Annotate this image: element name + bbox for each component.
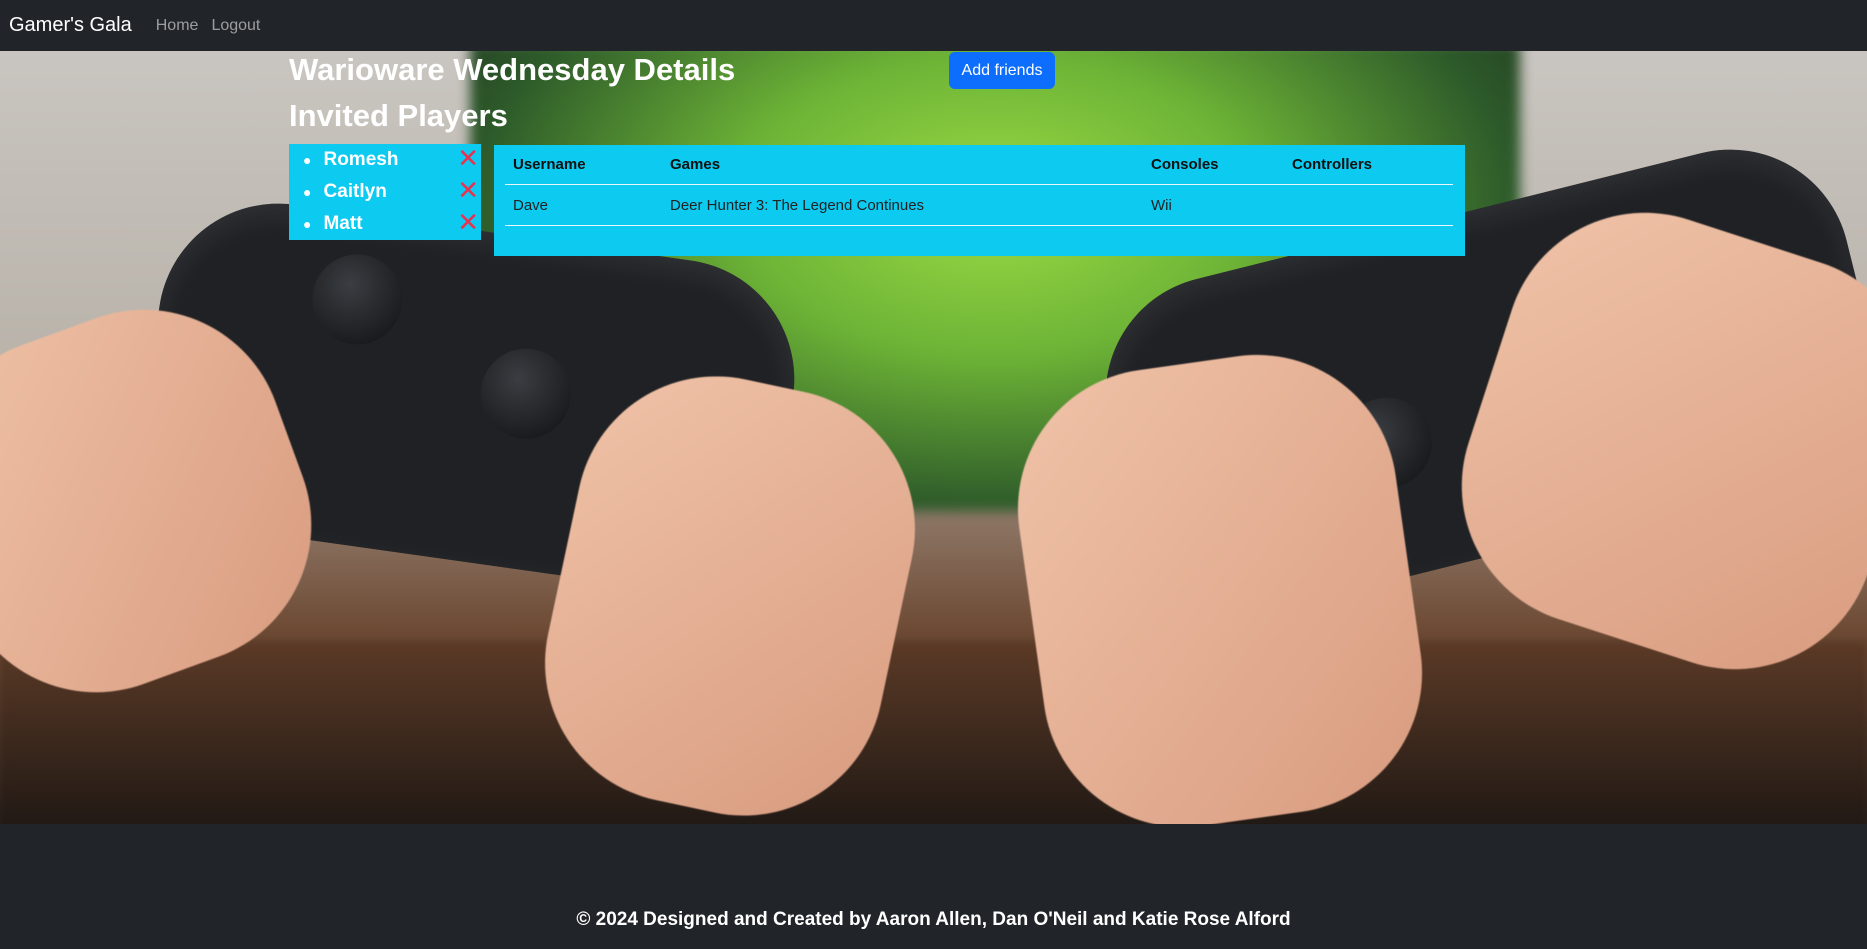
cell-games: Deer Hunter 3: The Legend Continues xyxy=(662,184,1143,226)
nav-logout-link[interactable]: Logout xyxy=(211,17,260,35)
page-title: Warioware Wednesday Details xyxy=(289,52,736,87)
list-item: ● Matt ✕ xyxy=(289,208,481,240)
col-username: Username xyxy=(505,145,662,185)
bullet-icon: ● xyxy=(303,216,312,232)
footer: © 2024 Designed and Created by Aaron All… xyxy=(0,824,1867,949)
bullet-icon: ● xyxy=(303,184,312,200)
nav-home-link[interactable]: Home xyxy=(156,17,199,35)
player-name: Romesh xyxy=(323,149,399,170)
col-consoles: Consoles xyxy=(1143,145,1284,185)
player-name: Caitlyn xyxy=(323,181,387,202)
footer-credits: © 2024 Designed and Created by Aaron All… xyxy=(576,909,1291,930)
attendee-table-card: Username Games Consoles Controllers Dave… xyxy=(494,145,1465,256)
col-controllers: Controllers xyxy=(1284,145,1453,185)
table-header-row: Username Games Consoles Controllers xyxy=(505,145,1453,185)
table-surface xyxy=(0,641,1867,824)
list-item: ● Romesh ✕ xyxy=(289,144,481,176)
player-name: Matt xyxy=(323,213,363,234)
cell-username: Dave xyxy=(505,184,662,226)
invited-players-list: ● Romesh ✕ ● Caitlyn ✕ ● Matt ✕ xyxy=(289,144,481,240)
col-games: Games xyxy=(662,145,1143,185)
table-row: Dave Deer Hunter 3: The Legend Continues… xyxy=(505,184,1453,226)
bullet-icon: ● xyxy=(303,152,312,168)
cell-controllers xyxy=(1284,184,1453,226)
remove-player-icon[interactable]: ✕ xyxy=(457,144,479,172)
remove-player-icon[interactable]: ✕ xyxy=(457,176,479,204)
attendee-table: Username Games Consoles Controllers Dave… xyxy=(505,145,1453,226)
list-item: ● Caitlyn ✕ xyxy=(289,176,481,208)
brand-link[interactable]: Gamer's Gala xyxy=(9,14,132,37)
invited-players-heading: Invited Players xyxy=(289,98,508,133)
top-navbar: Gamer's Gala Home Logout xyxy=(0,0,1867,51)
add-friends-button[interactable]: Add friends xyxy=(949,52,1055,89)
remove-player-icon[interactable]: ✕ xyxy=(457,208,479,236)
cell-consoles: Wii xyxy=(1143,184,1284,226)
